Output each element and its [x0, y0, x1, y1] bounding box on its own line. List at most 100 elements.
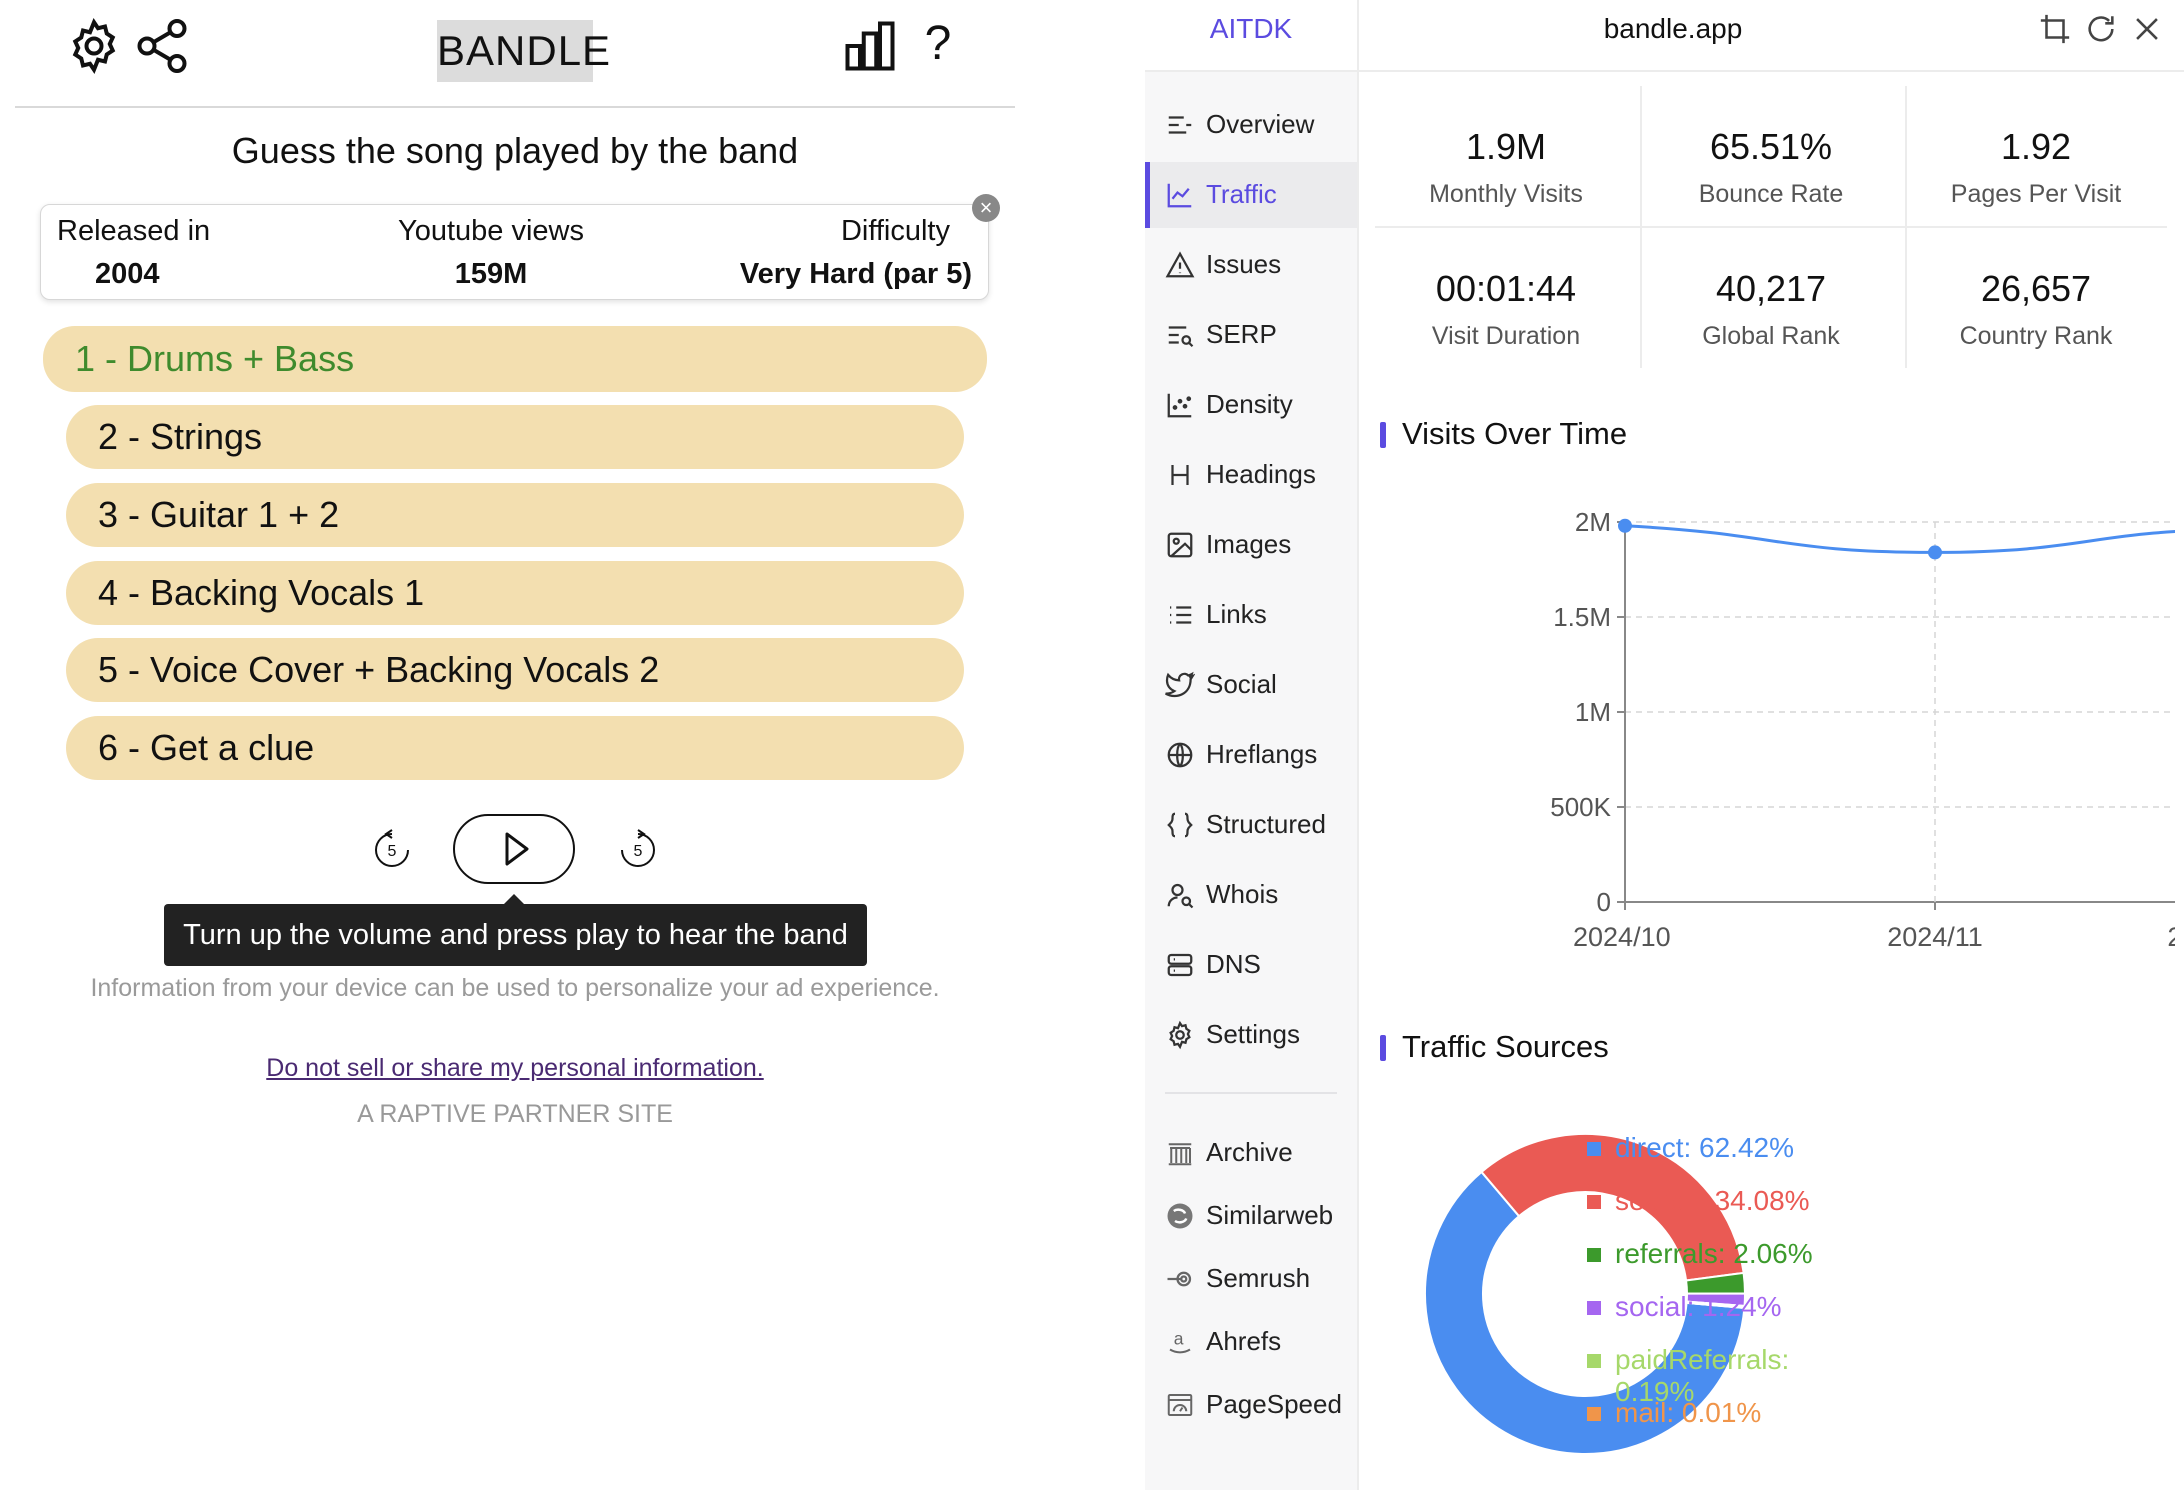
forward-5-button[interactable]: 5 — [616, 828, 660, 872]
legend-label: mail: 0.01% — [1615, 1397, 1762, 1428]
legend-item[interactable]: mail: 0.01% — [1587, 1397, 1762, 1429]
step-2[interactable]: 2 - Strings — [66, 405, 964, 469]
current-domain: bandle.app — [1603, 13, 1743, 44]
partner-text: A RAPTIVE PARTNER SITE — [357, 1100, 673, 1128]
panel-header: AITDK bandle.app — [1145, 0, 2184, 72]
sidebar-divider — [1165, 1092, 1337, 1094]
privacy-link[interactable]: Do not sell or share my personal informa… — [0, 1054, 1030, 1083]
step-3[interactable]: 3 - Guitar 1 + 2 — [66, 483, 964, 547]
metric-label: Monthly Visits — [1429, 180, 1583, 208]
metric-country-rank: 26,657 Country Rank — [1905, 228, 2167, 366]
close-icon[interactable] — [2130, 12, 2164, 46]
legend-swatch — [1587, 1195, 1601, 1209]
chart-line-icon — [1167, 183, 1192, 208]
nav-label: Images — [1206, 529, 1292, 559]
legend-item[interactable]: referrals: 2.06% — [1587, 1238, 1813, 1270]
grid-divider — [1375, 226, 2167, 228]
nav-social[interactable]: Social — [1145, 652, 1357, 716]
braces-icon — [1167, 812, 1193, 838]
crop-icon[interactable] — [2038, 12, 2072, 46]
nav-structured[interactable]: Structured — [1145, 792, 1357, 856]
legend-label: direct: 62.42% — [1615, 1132, 1794, 1163]
step-5[interactable]: 5 - Voice Cover + Backing Vocals 2 — [66, 638, 964, 702]
metric-value: 40,217 — [1715, 268, 1827, 309]
legend-item[interactable]: search: 34.08% — [1587, 1185, 1810, 1217]
legend-swatch — [1587, 1407, 1601, 1421]
nav-label: Headings — [1206, 459, 1316, 489]
y-tick-label: 500K — [1550, 792, 1611, 822]
metric-label: Bounce Rate — [1698, 180, 1844, 208]
bandle-app: BANDLE ? Guess the song played by the ba… — [0, 0, 1145, 1490]
difficulty-label: Difficulty — [840, 215, 950, 247]
data-point — [1928, 545, 1942, 560]
app-title: BANDLE — [437, 20, 610, 82]
settings-gear-icon[interactable] — [64, 16, 124, 76]
nav-dns[interactable]: DNS — [1145, 932, 1357, 996]
section-marker — [1380, 1035, 1386, 1061]
y-tick-label: 2M — [1575, 507, 1611, 537]
nav-traffic[interactable]: Traffic — [1145, 162, 1357, 228]
ad-notice: Information from your device can be used… — [90, 974, 940, 1002]
metric-value: 65.51% — [1709, 126, 1833, 167]
nav-label: Hreflangs — [1206, 739, 1318, 769]
metric-pages-per-visit: 1.92 Pages Per Visit — [1905, 86, 2167, 224]
metric-monthly-visits: 1.9M Monthly Visits — [1375, 86, 1637, 224]
nav-settings[interactable]: Settings — [1145, 1002, 1357, 1066]
scatter-icon — [1167, 393, 1192, 418]
metric-global-rank: 40,217 Global Rank — [1640, 228, 1902, 366]
server-icon — [1167, 953, 1193, 977]
heading-icon — [1171, 465, 1189, 485]
nav-whois[interactable]: Whois — [1145, 862, 1357, 926]
help-button[interactable]: ? — [915, 14, 961, 74]
y-tick-label: 0 — [1597, 887, 1611, 917]
released-label: Released in — [57, 215, 211, 247]
rewind-seconds: 5 — [388, 843, 397, 860]
legend-swatch — [1587, 1142, 1601, 1156]
metric-value: 1.9M — [1465, 126, 1547, 167]
play-tooltip: Turn up the volume and press play to hea… — [164, 894, 867, 966]
play-icon — [505, 832, 529, 866]
released-value: 2004 — [95, 258, 160, 290]
step-4[interactable]: 4 - Backing Vocals 1 — [66, 561, 964, 625]
nav-density[interactable]: Density — [1145, 372, 1357, 436]
x-tick-label: 2024/12 — [2167, 922, 2175, 952]
section-marker — [1380, 422, 1386, 448]
visits-section-title: Visits Over Time — [1402, 416, 1628, 451]
stats-icon[interactable] — [840, 16, 900, 76]
rewind-5-button[interactable]: 5 — [370, 828, 414, 872]
user-search-icon — [1167, 883, 1194, 909]
share-icon[interactable] — [132, 16, 192, 76]
step-6[interactable]: 6 - Get a clue — [66, 716, 964, 780]
forward-seconds: 5 — [634, 843, 643, 860]
gear-icon — [1169, 1020, 1191, 1050]
metric-label: Country Rank — [1959, 322, 2113, 350]
nav-label: Overview — [1206, 109, 1315, 139]
nav-links[interactable]: Links — [1145, 582, 1357, 646]
close-info-icon[interactable]: × — [972, 194, 1000, 222]
nav-headings[interactable]: Headings — [1145, 442, 1357, 506]
legend-item[interactable]: direct: 62.42% — [1587, 1132, 1794, 1164]
x-tick-label: 2024/11 — [1887, 922, 1983, 952]
header-divider — [15, 106, 1015, 108]
nav-label: Links — [1206, 599, 1267, 629]
play-button[interactable] — [453, 814, 575, 884]
nav-images[interactable]: Images — [1145, 512, 1357, 576]
list-icon — [1170, 606, 1192, 624]
legend-label: search: 34.08% — [1615, 1185, 1810, 1216]
views-value: 159M — [454, 258, 528, 290]
nav-overview[interactable]: Overview — [1145, 92, 1357, 156]
extension-brand[interactable]: AITDK — [1145, 0, 1359, 70]
y-tick-label: 1.5M — [1553, 602, 1611, 632]
metric-label: Global Rank — [1702, 322, 1840, 350]
legend-item[interactable]: social: 1.24% — [1587, 1291, 1782, 1323]
step-1[interactable]: 1 - Drums + Bass — [43, 326, 987, 392]
metric-value: 00:01:44 — [1435, 268, 1577, 309]
data-point — [1618, 518, 1632, 533]
aitdk-panel: AITDK bandle.app Overview Traffic Issues… — [1145, 0, 2184, 1490]
nav-serp[interactable]: SERP — [1145, 302, 1357, 366]
nav-issues[interactable]: Issues — [1145, 232, 1357, 296]
refresh-icon[interactable] — [2084, 12, 2118, 46]
nav-hreflangs[interactable]: Hreflangs — [1145, 722, 1357, 786]
legend-swatch — [1587, 1354, 1601, 1368]
y-tick-label: 1M — [1575, 697, 1611, 727]
